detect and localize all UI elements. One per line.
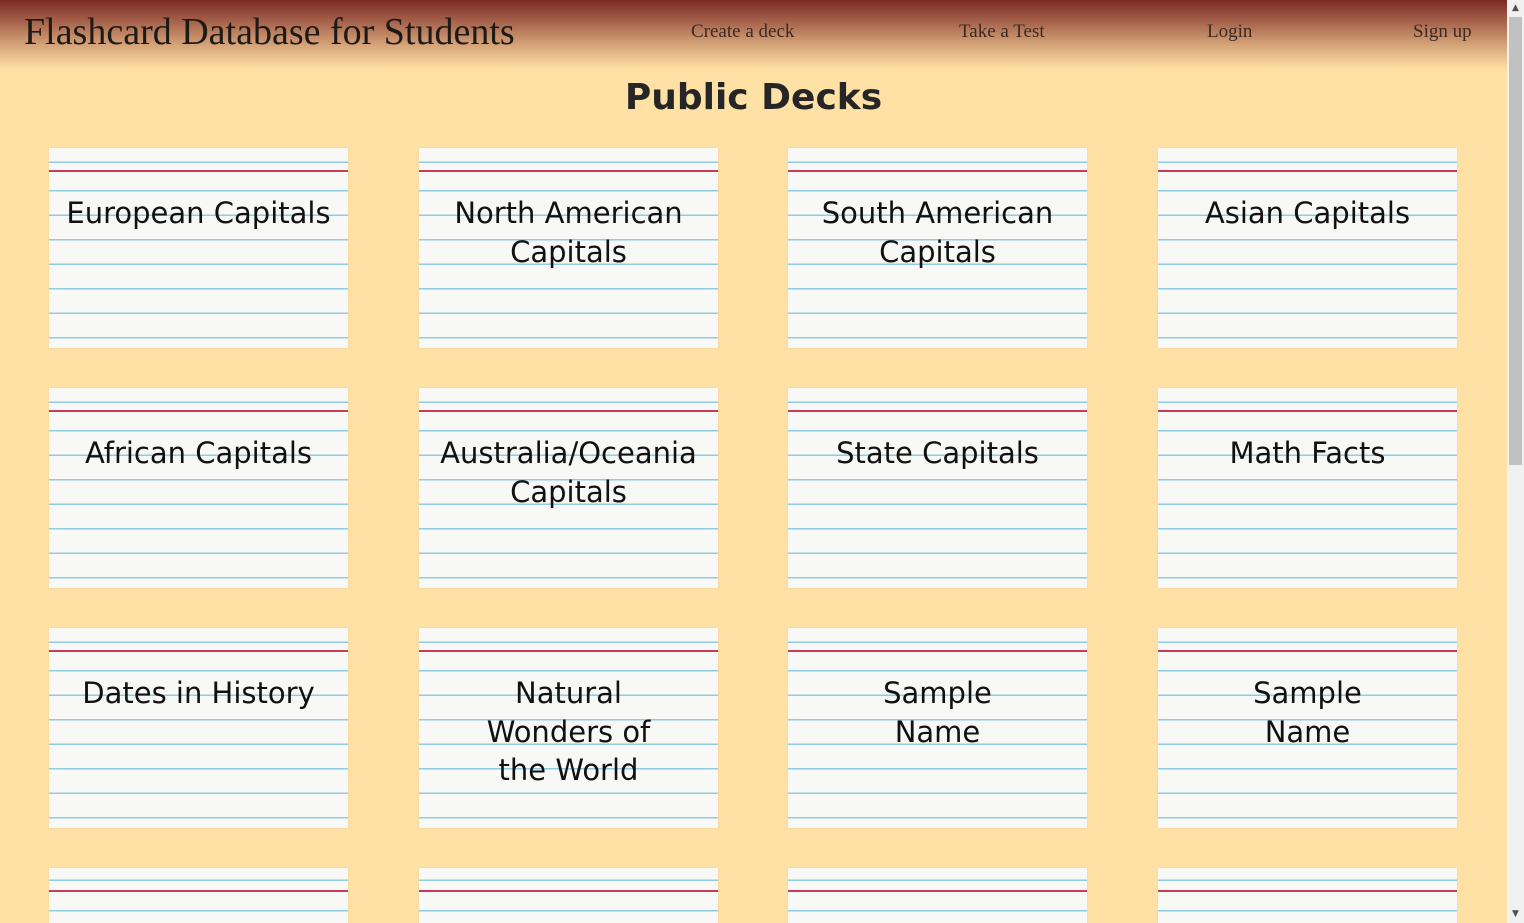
deck-card[interactable]: State Capitals: [788, 388, 1087, 588]
nav-signup-link[interactable]: Sign up: [1413, 20, 1472, 44]
page-heading: Public Decks: [624, 77, 883, 118]
deck-name: African Capitals: [84, 436, 313, 470]
triangle-up-icon[interactable]: ▲: [1507, 0, 1524, 17]
nav-take-test-link[interactable]: Take a Test: [959, 20, 1045, 44]
nav-login-link[interactable]: Login: [1207, 20, 1252, 44]
deck-card[interactable]: Dates in History: [49, 628, 348, 828]
deck-card[interactable]: Sample Name: [1158, 628, 1457, 828]
deck-name: North American Capitals: [454, 196, 683, 269]
deck-name: European Capitals: [66, 196, 331, 230]
deck-card[interactable]: [1158, 868, 1457, 923]
deck-name: Australia/Oceania Capitals: [440, 436, 697, 509]
deck-card[interactable]: South American Capitals: [788, 148, 1087, 348]
deck-name: Asian Capitals: [1204, 196, 1411, 230]
deck-card[interactable]: [419, 868, 718, 923]
deck-name: State Capitals: [836, 436, 1039, 470]
site-title[interactable]: Flashcard Database for Students: [24, 10, 515, 54]
scrollbar-thumb[interactable]: [1509, 17, 1522, 465]
deck-card[interactable]: Asian Capitals: [1158, 148, 1457, 348]
deck-card[interactable]: European Capitals: [49, 148, 348, 348]
deck-card[interactable]: Sample Name: [788, 628, 1087, 828]
deck-name: Math Facts: [1229, 436, 1386, 470]
deck-card[interactable]: Australia/Oceania Capitals: [419, 388, 718, 588]
site-header: Flashcard Database for Students Create a…: [0, 0, 1507, 70]
nav-create-deck-link[interactable]: Create a deck: [691, 20, 794, 44]
deck-card[interactable]: Natural Wonders of the World: [419, 628, 718, 828]
deck-card[interactable]: Math Facts: [1158, 388, 1457, 588]
deck-card[interactable]: North American Capitals: [419, 148, 718, 348]
triangle-down-icon[interactable]: ▼: [1507, 906, 1524, 923]
deck-card[interactable]: African Capitals: [49, 388, 348, 588]
deck-name: Sample Name: [1253, 676, 1362, 749]
deck-name: Dates in History: [82, 676, 315, 710]
deck-name: Natural Wonders of the World: [486, 676, 651, 787]
deck-name: Sample Name: [883, 676, 992, 749]
deck-card[interactable]: [49, 868, 348, 923]
deck-card[interactable]: [788, 868, 1087, 923]
vertical-scrollbar[interactable]: ▲ ▼: [1507, 0, 1524, 923]
deck-name: South American Capitals: [821, 196, 1054, 269]
